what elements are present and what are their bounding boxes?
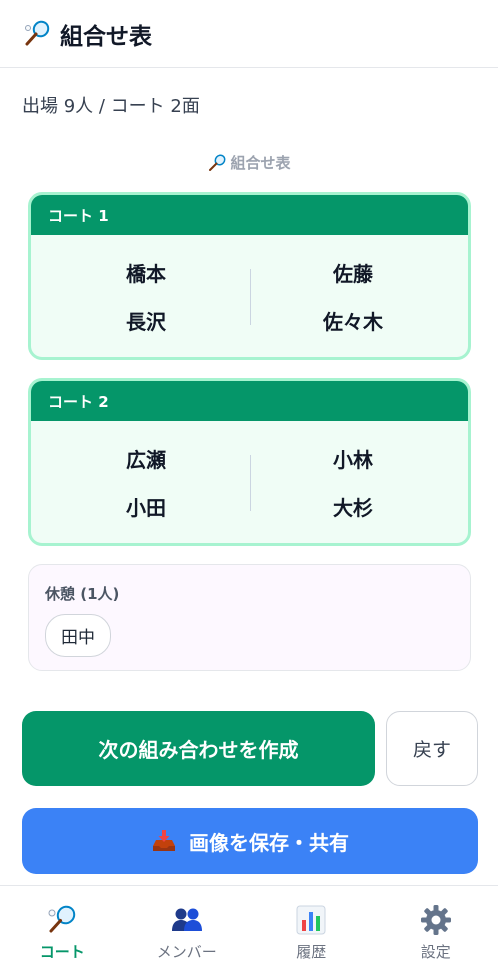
section-title-label: 組合せ表 xyxy=(230,154,291,172)
player-name: 大杉 xyxy=(333,495,373,520)
session-summary: 出場 9人 / コート 2面 xyxy=(22,96,200,117)
badminton-racket-icon xyxy=(25,20,50,45)
next-pairing-button[interactable]: 次の組み合わせを作成 xyxy=(22,711,375,786)
court-header: コート 2 xyxy=(31,381,468,421)
page-title: 組合せ表 xyxy=(60,23,152,50)
section-title: 組合せ表 xyxy=(0,152,498,173)
bottom-nav: コート メンバー 履歴 設定 xyxy=(0,885,498,977)
share-button-label: 画像を保存・共有 xyxy=(189,830,349,855)
team-a: 橋本 長沢 xyxy=(46,235,246,357)
court-card-2: コート 2 広瀬 小田 小林 大杉 xyxy=(28,378,471,546)
nav-label: 履歴 xyxy=(296,943,327,961)
player-name: 広瀬 xyxy=(126,447,166,472)
undo-button[interactable]: 戻す xyxy=(386,711,478,786)
court-header: コート 1 xyxy=(31,195,468,235)
rest-title: 休憩 (1人) xyxy=(45,585,120,603)
nav-item-court[interactable]: コート xyxy=(0,886,125,977)
save-share-image-button[interactable]: 画像を保存・共有 xyxy=(22,808,478,874)
team-a: 広瀬 小田 xyxy=(46,421,246,543)
badminton-racket-icon xyxy=(209,153,226,171)
nav-label: コート xyxy=(39,943,85,961)
nav-item-history[interactable]: 履歴 xyxy=(249,886,374,977)
player-name: 長沢 xyxy=(126,309,166,334)
nav-item-settings[interactable]: 設定 xyxy=(374,886,498,977)
team-b: 佐藤 佐々木 xyxy=(253,235,453,357)
nav-label: 設定 xyxy=(420,943,451,961)
player-name: 橋本 xyxy=(126,261,166,286)
team-divider xyxy=(250,455,251,511)
bar-chart-icon xyxy=(296,905,326,935)
nav-label: メンバー xyxy=(156,943,217,961)
app-header: 組合せ表 xyxy=(0,0,498,68)
inbox-tray-icon xyxy=(153,830,175,851)
rest-player-chip: 田中 xyxy=(45,614,111,657)
badminton-racket-icon xyxy=(48,905,76,933)
court-card-1: コート 1 橋本 長沢 佐藤 佐々木 xyxy=(28,192,471,360)
team-divider xyxy=(250,269,251,325)
rest-card: 休憩 (1人) 田中 xyxy=(28,564,471,671)
nav-item-members[interactable]: メンバー xyxy=(125,886,250,977)
player-name: 小林 xyxy=(333,447,373,472)
people-icon xyxy=(171,908,202,931)
court-body: 橋本 長沢 佐藤 佐々木 xyxy=(31,235,468,357)
court-body: 広瀬 小田 小林 大杉 xyxy=(31,421,468,543)
player-name: 小田 xyxy=(126,495,166,520)
team-b: 小林 大杉 xyxy=(253,421,453,543)
player-name: 佐藤 xyxy=(333,261,373,286)
gear-icon xyxy=(420,905,451,935)
player-name: 佐々木 xyxy=(323,309,383,334)
